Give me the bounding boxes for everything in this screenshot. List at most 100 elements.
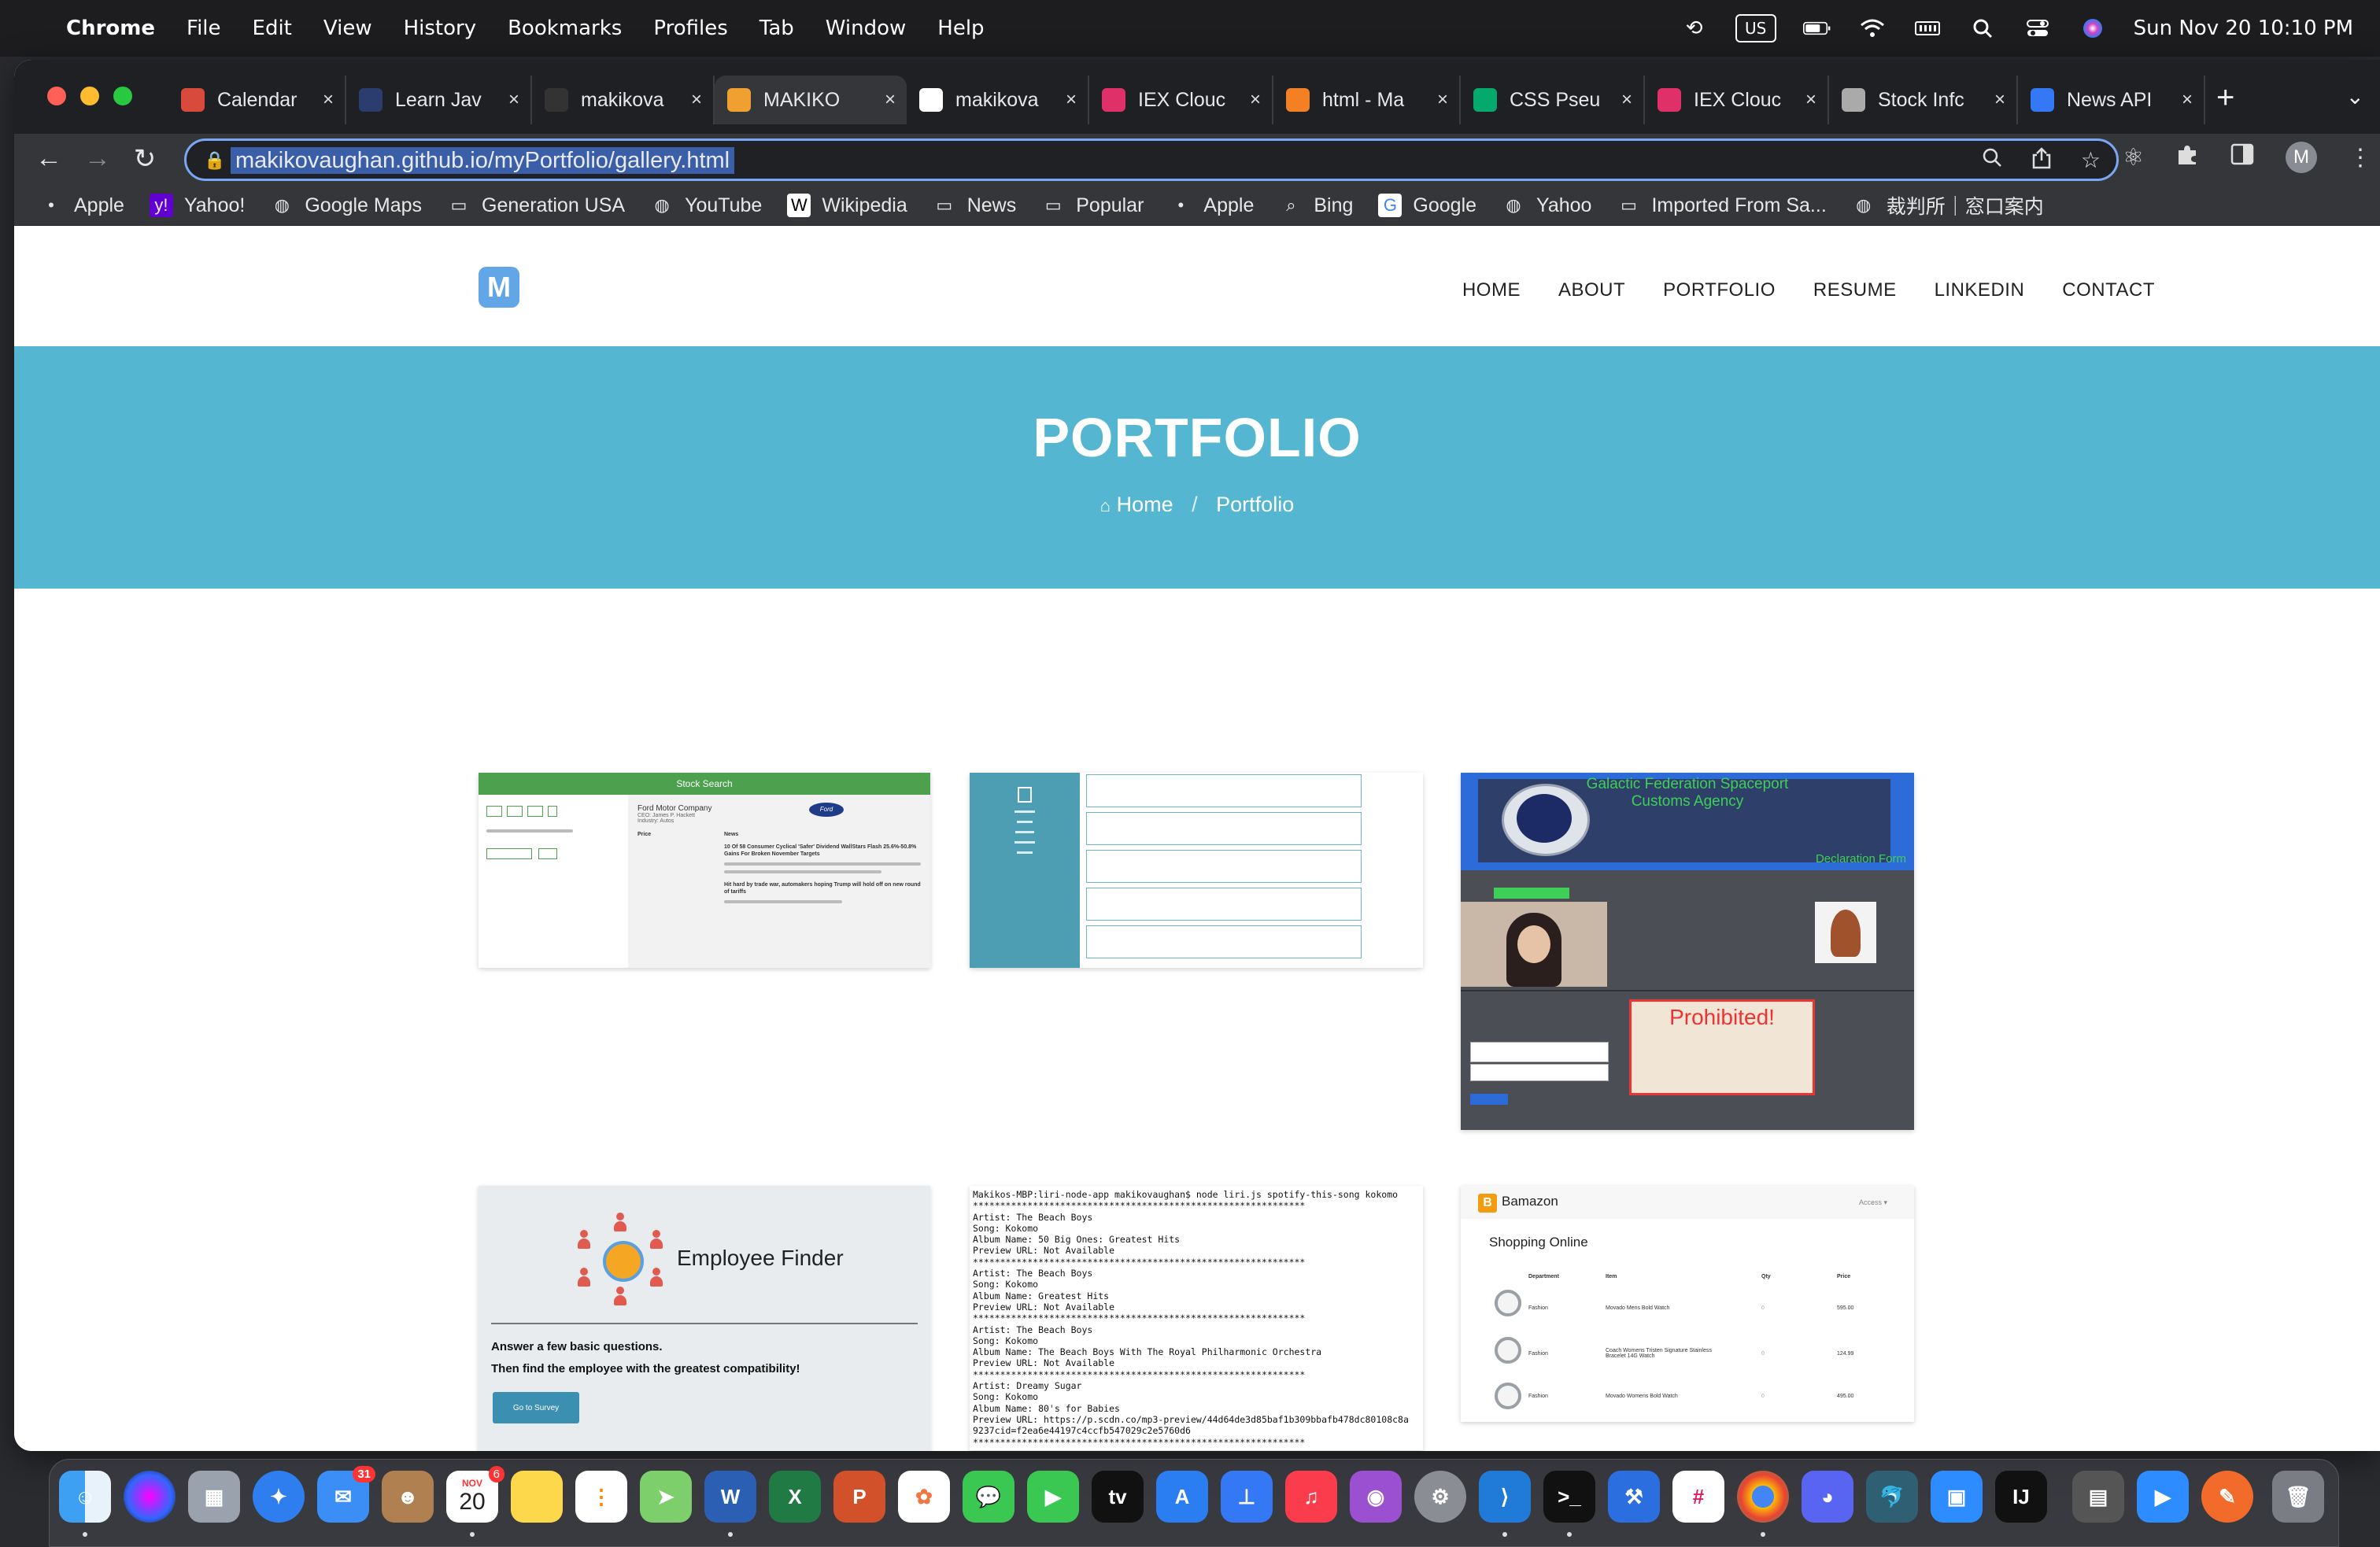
reminders-icon[interactable]: ⋮ — [575, 1471, 627, 1523]
calculator-icon[interactable]: ▤ — [2072, 1471, 2124, 1523]
tab-close-icon[interactable]: × — [2182, 89, 2193, 111]
menu-history[interactable]: History — [404, 17, 477, 40]
facetime-icon[interactable]: ▶ — [1027, 1471, 1079, 1523]
zoom-icon[interactable]: ▣ — [1931, 1471, 1983, 1523]
tab-3[interactable]: makikova × — [532, 76, 715, 124]
clock[interactable]: Sun Nov 20 10:10 PM — [2134, 17, 2353, 40]
menu-view[interactable]: View — [323, 17, 372, 40]
side-panel-icon[interactable] — [2230, 143, 2254, 172]
bookmark-item[interactable]: ▭ Generation USA — [447, 194, 625, 217]
music-icon[interactable]: ♫ — [1285, 1471, 1337, 1523]
tab-search-chevron-icon[interactable]: ⌄ — [2346, 83, 2364, 109]
gallery-item-galactic-customs[interactable]: Galactic Federation Spaceport Customs Ag… — [1461, 773, 1914, 1130]
bookmark-item[interactable]: G Google — [1378, 194, 1476, 217]
tab-close-icon[interactable]: × — [1805, 89, 1816, 111]
tab-2[interactable]: Learn Jav × — [346, 76, 532, 124]
slack-icon[interactable]: # — [1672, 1471, 1724, 1523]
terminal-icon[interactable]: >_ — [1543, 1471, 1595, 1523]
gallery-item-liri-terminal[interactable]: Makikos-MBP:liri-node-app makikovaughan$… — [970, 1186, 1423, 1450]
zoom-app-icon[interactable]: ▶ — [2137, 1471, 2189, 1523]
bookmark-item[interactable]: W Wikipedia — [787, 194, 907, 217]
new-tab-button[interactable]: + — [2216, 80, 2234, 116]
url-text[interactable]: makikovaughan.github.io/myPortfolio/gall… — [231, 147, 735, 174]
lock-icon[interactable]: 🔒 — [204, 150, 225, 171]
profile-avatar[interactable]: M — [2286, 142, 2317, 173]
intellij-icon[interactable]: IJ — [1995, 1471, 2047, 1523]
bookmark-item[interactable]: ◍ 裁判所｜窓口案内 — [1852, 191, 2044, 220]
extensions-puzzle-icon[interactable] — [2175, 142, 2199, 172]
tab-10[interactable]: Stock Infc × — [1829, 76, 2018, 124]
contacts-icon[interactable]: ☻ — [382, 1471, 434, 1523]
maps-icon[interactable]: ➤ — [640, 1471, 692, 1523]
trash-icon[interactable]: 🗑 — [2272, 1471, 2324, 1523]
input-source-indicator[interactable]: US — [1735, 14, 1776, 42]
bookmark-star-icon[interactable]: ☆ — [2081, 147, 2101, 175]
nav-resume[interactable]: RESUME — [1813, 279, 1897, 301]
wifi-icon[interactable] — [1858, 17, 1887, 39]
nav-contact[interactable]: CONTACT — [2062, 279, 2155, 301]
vscode-icon[interactable]: ⟩ — [1479, 1471, 1531, 1523]
menu-file[interactable]: File — [187, 17, 221, 40]
nav-about[interactable]: ABOUT — [1558, 279, 1625, 301]
gallery-item-contacts[interactable] — [970, 773, 1423, 968]
breadcrumb-home[interactable]: Home — [1117, 493, 1173, 516]
bookmark-item[interactable]: ◍ Yahoo — [1502, 194, 1591, 217]
control-center-icon[interactable] — [2023, 17, 2052, 39]
nav-home[interactable]: HOME — [1462, 279, 1521, 301]
siri-icon[interactable] — [2079, 17, 2107, 39]
minimize-window-button[interactable] — [80, 87, 99, 105]
bookmark-item[interactable]: ◍ YouTube — [650, 194, 762, 217]
tab-9[interactable]: IEX Clouc × — [1645, 76, 1829, 124]
close-window-button[interactable] — [47, 87, 66, 105]
finder-icon[interactable]: ☺ — [59, 1471, 111, 1523]
excel-icon[interactable]: X — [769, 1471, 821, 1523]
zoom-window-button[interactable] — [113, 87, 132, 105]
share-icon[interactable] — [2032, 147, 2051, 175]
chrome-menu-icon[interactable]: ⋮ — [2349, 144, 2372, 172]
back-button[interactable]: ← — [33, 143, 65, 174]
battery-icon[interactable] — [1802, 17, 1831, 39]
react-devtools-icon[interactable]: ⚛ — [2123, 144, 2144, 172]
postman-icon[interactable]: ✎ — [2201, 1471, 2253, 1523]
bookmark-item[interactable]: ▭ News — [933, 194, 1016, 217]
gallery-item-stock-search[interactable]: Stock Search Ford Motor Company CEO: Jam… — [479, 773, 930, 968]
memory-icon[interactable] — [1913, 17, 1942, 39]
zoom-icon[interactable] — [1982, 147, 2002, 175]
messages-icon[interactable]: 💬 — [963, 1471, 1014, 1523]
nav-linkedin[interactable]: LINKEDIN — [1935, 279, 2025, 301]
tab-close-icon[interactable]: × — [1066, 89, 1077, 111]
gallery-item-bamazon[interactable]: B Bamazon Access ▾ Shopping Online Depar… — [1461, 1186, 1914, 1422]
tab-close-icon[interactable]: × — [508, 89, 519, 111]
tab-close-icon[interactable]: × — [691, 89, 702, 111]
app-store-icon[interactable]: A — [1156, 1471, 1208, 1523]
bookmark-item[interactable]: ▭ Imported From Sa... — [1617, 194, 1827, 217]
menu-profiles[interactable]: Profiles — [653, 17, 727, 40]
tab-close-icon[interactable]: × — [1437, 89, 1448, 111]
bookmark-item[interactable]: ⌕ Bing — [1279, 194, 1353, 217]
tab-close-icon[interactable]: × — [1994, 89, 2005, 111]
bookmark-item[interactable]: • Apple — [39, 194, 124, 217]
bookmark-item[interactable]: y! Yahoo! — [149, 194, 245, 217]
menu-bookmarks[interactable]: Bookmarks — [508, 17, 622, 40]
tab-7[interactable]: html - Ma × — [1273, 76, 1461, 124]
apple-tv-icon[interactable]: tv — [1092, 1471, 1144, 1523]
forward-button[interactable]: → — [82, 143, 113, 174]
keynote-icon[interactable]: ⊥ — [1221, 1471, 1273, 1523]
app-menu[interactable]: Chrome — [66, 17, 155, 40]
menu-tab[interactable]: Tab — [759, 17, 794, 40]
bookmark-item[interactable]: ▭ Popular — [1041, 194, 1144, 217]
address-bar[interactable]: 🔒 makikovaughan.github.io/myPortfolio/ga… — [184, 138, 2119, 181]
menu-edit[interactable]: Edit — [253, 17, 292, 40]
mysql-workbench-icon[interactable]: 🐬 — [1866, 1471, 1918, 1523]
tab-close-icon[interactable]: × — [1250, 89, 1261, 111]
photos-icon[interactable]: ✿ — [898, 1471, 950, 1523]
bookmark-item[interactable]: • Apple — [1169, 194, 1255, 217]
safari-icon[interactable]: ✦ — [253, 1471, 305, 1523]
siri-dock-icon[interactable] — [124, 1471, 176, 1523]
launchpad-icon[interactable]: ▦ — [188, 1471, 240, 1523]
system-preferences-icon[interactable]: ⚙ — [1414, 1471, 1466, 1523]
tab-4[interactable]: MAKIKO × — [715, 76, 907, 124]
tab-8[interactable]: CSS Pseu × — [1461, 76, 1645, 124]
notes-icon[interactable] — [511, 1471, 563, 1523]
calendar-icon[interactable]: NOV 20 6 — [446, 1466, 504, 1523]
